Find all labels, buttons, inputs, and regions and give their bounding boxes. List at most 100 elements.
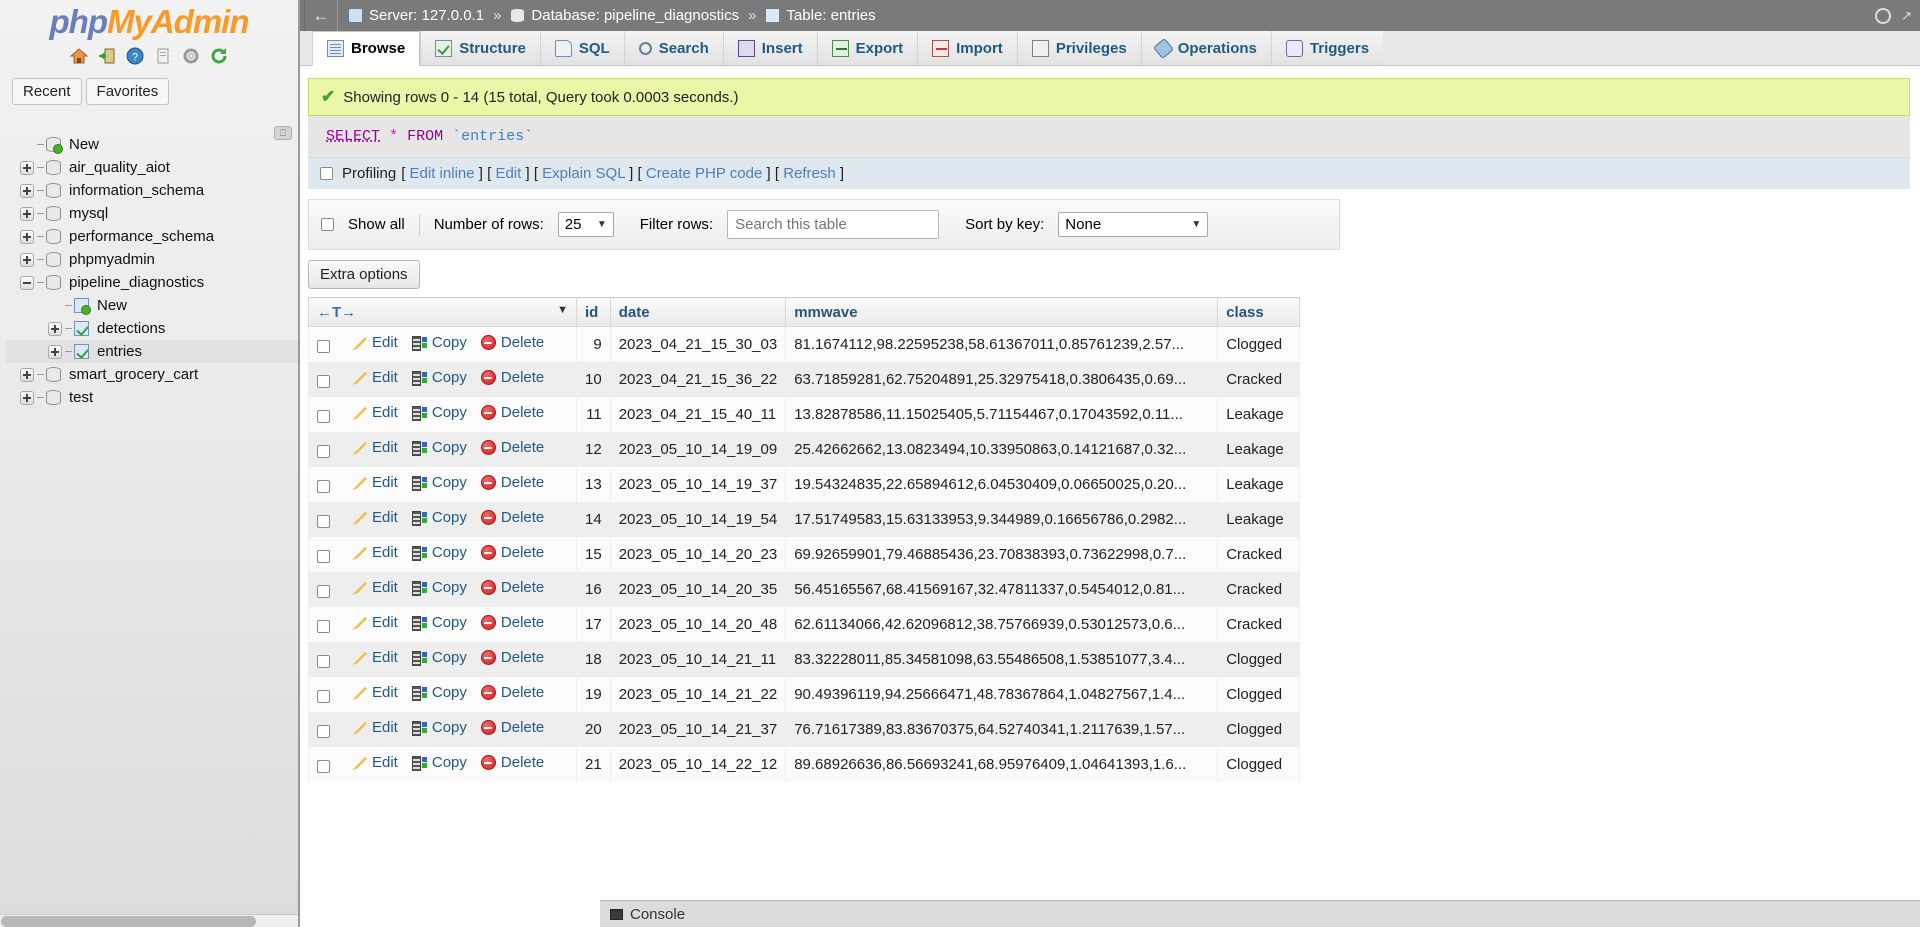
edit-row-button[interactable]: Edit bbox=[352, 369, 398, 386]
row-select-checkbox[interactable] bbox=[317, 480, 330, 493]
expand-icon[interactable] bbox=[20, 253, 34, 267]
tree-item-entries[interactable]: entries bbox=[6, 340, 298, 363]
tree-item-phpmyadmin[interactable]: phpmyadmin bbox=[6, 248, 298, 271]
delete-row-button[interactable]: Delete bbox=[481, 509, 544, 526]
edit-row-button[interactable]: Edit bbox=[352, 649, 398, 666]
home-icon[interactable] bbox=[69, 46, 89, 66]
expand-icon[interactable] bbox=[20, 207, 34, 221]
tree-item-information-schema[interactable]: information_schema bbox=[6, 179, 298, 202]
delete-row-button[interactable]: Delete bbox=[481, 719, 544, 736]
table-row[interactable]: EditCopyDelete202023_05_10_14_21_3776.71… bbox=[309, 712, 1300, 747]
table-row[interactable]: EditCopyDelete182023_05_10_14_21_1183.32… bbox=[309, 642, 1300, 677]
tab-triggers[interactable]: Triggers bbox=[1271, 31, 1383, 65]
profiling-link-edit[interactable]: Edit bbox=[495, 165, 521, 182]
tab-browse[interactable]: Browse bbox=[312, 31, 420, 66]
copy-row-button[interactable]: Copy bbox=[412, 614, 467, 631]
settings-icon[interactable] bbox=[181, 46, 201, 66]
breadcrumb-database[interactable]: Database: pipeline_diagnostics bbox=[531, 7, 739, 24]
console-bar[interactable]: Console bbox=[600, 900, 1920, 927]
tab-search[interactable]: Search bbox=[624, 31, 723, 65]
copy-row-button[interactable]: Copy bbox=[412, 509, 467, 526]
number-of-rows-select[interactable]: 25 ▼ bbox=[558, 212, 614, 237]
expand-icon[interactable] bbox=[20, 368, 34, 382]
tree-item-mysql[interactable]: mysql bbox=[6, 202, 298, 225]
row-select-checkbox[interactable] bbox=[317, 550, 330, 563]
profiling-link-explain-sql[interactable]: Explain SQL bbox=[542, 165, 625, 182]
expand-icon[interactable]: ↗ bbox=[1901, 8, 1912, 24]
table-row[interactable]: EditCopyDelete112023_04_21_15_40_1113.82… bbox=[309, 397, 1300, 432]
edit-row-button[interactable]: Edit bbox=[352, 474, 398, 491]
table-row[interactable]: EditCopyDelete142023_05_10_14_19_5417.51… bbox=[309, 502, 1300, 537]
row-select-checkbox[interactable] bbox=[317, 620, 330, 633]
edit-row-button[interactable]: Edit bbox=[352, 334, 398, 351]
sort-direction-icon[interactable]: ←T→ bbox=[317, 304, 356, 321]
back-arrow-icon[interactable]: ← bbox=[304, 0, 338, 31]
breadcrumb-table[interactable]: Table: entries bbox=[786, 7, 875, 24]
tree-item-air-quality-aiot[interactable]: air_quality_aiot bbox=[6, 156, 298, 179]
tab-recent[interactable]: Recent bbox=[12, 78, 82, 105]
delete-row-button[interactable]: Delete bbox=[481, 544, 544, 561]
delete-row-button[interactable]: Delete bbox=[481, 754, 544, 771]
delete-row-button[interactable]: Delete bbox=[481, 614, 544, 631]
tab-import[interactable]: Import bbox=[917, 31, 1017, 65]
delete-row-button[interactable]: Delete bbox=[481, 684, 544, 701]
expand-icon[interactable] bbox=[20, 184, 34, 198]
row-select-checkbox[interactable] bbox=[317, 445, 330, 458]
logout-icon[interactable] bbox=[97, 46, 117, 66]
delete-row-button[interactable]: Delete bbox=[481, 649, 544, 666]
copy-row-button[interactable]: Copy bbox=[412, 474, 467, 491]
copy-row-button[interactable]: Copy bbox=[412, 649, 467, 666]
th-id[interactable]: id bbox=[577, 298, 611, 327]
profiling-link-edit-inline[interactable]: Edit inline bbox=[410, 165, 475, 182]
copy-row-button[interactable]: Copy bbox=[412, 369, 467, 386]
row-select-checkbox[interactable] bbox=[317, 585, 330, 598]
table-row[interactable]: EditCopyDelete102023_04_21_15_36_2263.71… bbox=[309, 362, 1300, 397]
tab-favorites[interactable]: Favorites bbox=[86, 78, 170, 105]
collapse-icon[interactable] bbox=[20, 276, 34, 290]
row-select-checkbox[interactable] bbox=[317, 725, 330, 738]
sql-query-display[interactable]: SELECT * FROM `entries` bbox=[308, 116, 1910, 157]
table-row[interactable]: EditCopyDelete162023_05_10_14_20_3556.45… bbox=[309, 572, 1300, 607]
row-select-checkbox[interactable] bbox=[317, 655, 330, 668]
profiling-link-refresh[interactable]: Refresh bbox=[783, 165, 836, 182]
delete-row-button[interactable]: Delete bbox=[481, 474, 544, 491]
edit-row-button[interactable]: Edit bbox=[352, 754, 398, 771]
tree-item-pipeline-diagnostics[interactable]: pipeline_diagnostics bbox=[6, 271, 298, 294]
delete-row-button[interactable]: Delete bbox=[481, 369, 544, 386]
table-row[interactable]: EditCopyDelete92023_04_21_15_30_0381.167… bbox=[309, 327, 1300, 362]
tab-export[interactable]: Export bbox=[817, 31, 918, 65]
delete-row-button[interactable]: Delete bbox=[481, 404, 544, 421]
tree-item-new[interactable]: New bbox=[6, 133, 298, 156]
expand-icon[interactable] bbox=[20, 230, 34, 244]
table-row[interactable]: EditCopyDelete192023_05_10_14_21_2290.49… bbox=[309, 677, 1300, 712]
row-select-checkbox[interactable] bbox=[317, 515, 330, 528]
breadcrumb-server[interactable]: Server: 127.0.0.1 bbox=[369, 7, 484, 24]
tab-privileges[interactable]: Privileges bbox=[1017, 31, 1141, 65]
sidebar-horizontal-scrollbar[interactable] bbox=[0, 914, 300, 927]
copy-row-button[interactable]: Copy bbox=[412, 684, 467, 701]
copy-row-button[interactable]: Copy bbox=[412, 719, 467, 736]
extra-options-button[interactable]: Extra options bbox=[308, 260, 420, 289]
show-all-checkbox[interactable] bbox=[321, 218, 334, 231]
phpmyadmin-logo[interactable]: phpMyAdmin bbox=[0, 0, 298, 40]
tree-item-smart-grocery-cart[interactable]: smart_grocery_cart bbox=[6, 363, 298, 386]
tree-item-performance-schema[interactable]: performance_schema bbox=[6, 225, 298, 248]
help-icon[interactable]: ? bbox=[125, 46, 145, 66]
spacer-icon[interactable] bbox=[20, 138, 34, 152]
row-select-checkbox[interactable] bbox=[317, 760, 330, 773]
table-row[interactable]: EditCopyDelete172023_05_10_14_20_4862.61… bbox=[309, 607, 1300, 642]
tab-operations[interactable]: Operations bbox=[1141, 31, 1271, 65]
tree-item-test[interactable]: test bbox=[6, 386, 298, 409]
profiling-checkbox[interactable] bbox=[320, 167, 333, 180]
table-row[interactable]: EditCopyDelete212023_05_10_14_22_1289.68… bbox=[309, 747, 1300, 782]
scrollbar-thumb[interactable] bbox=[1, 916, 256, 927]
delete-row-button[interactable]: Delete bbox=[481, 579, 544, 596]
th-actions[interactable]: ←T→ ▼ bbox=[309, 298, 577, 327]
row-select-checkbox[interactable] bbox=[317, 375, 330, 388]
table-row[interactable]: EditCopyDelete152023_05_10_14_20_2369.92… bbox=[309, 537, 1300, 572]
th-class[interactable]: class bbox=[1218, 298, 1300, 327]
chevron-down-icon[interactable]: ▼ bbox=[557, 304, 568, 316]
copy-row-button[interactable]: Copy bbox=[412, 404, 467, 421]
delete-row-button[interactable]: Delete bbox=[481, 439, 544, 456]
edit-row-button[interactable]: Edit bbox=[352, 684, 398, 701]
